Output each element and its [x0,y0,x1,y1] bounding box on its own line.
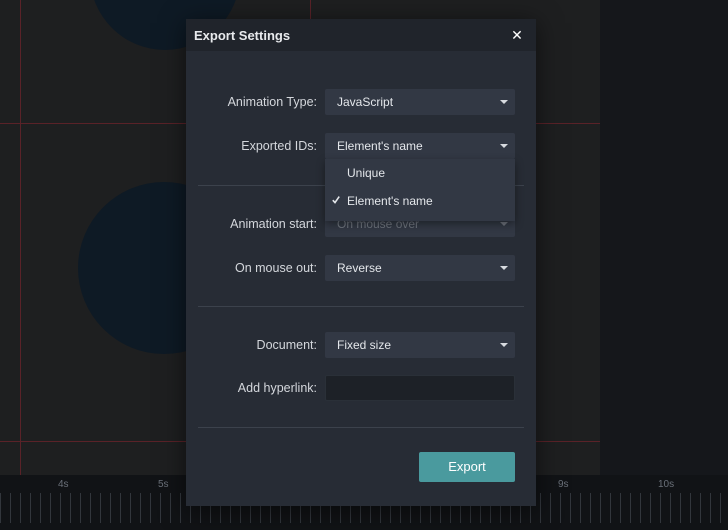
section-divider [198,427,524,428]
menu-item-elements-name[interactable]: Element's name [325,187,515,215]
exported-ids-dropdown-menu: Unique Element's name [325,159,515,221]
animation-start-label: Animation start: [230,217,317,231]
on-mouse-out-row: On mouse out: Reverse [186,255,536,281]
on-mouse-out-label: On mouse out: [235,261,317,275]
animation-type-select[interactable]: JavaScript [325,89,515,115]
section-divider [198,306,524,307]
ruler-label: 4s [58,479,69,490]
ruler-label: 10s [658,479,675,490]
chevron-down-icon [500,266,508,270]
hyperlink-input[interactable] [325,375,515,401]
dialog-title: Export Settings [194,27,291,43]
guide-line-vertical-left [20,0,21,475]
ruler-label: 9s [558,479,569,490]
document-value: Fixed size [337,338,392,352]
on-mouse-out-select[interactable]: Reverse [325,255,515,281]
document-label: Document: [256,338,317,352]
chevron-down-icon [500,100,508,104]
add-hyperlink-label: Add hyperlink: [237,381,317,395]
on-mouse-out-value: Reverse [337,261,382,275]
right-panel [600,0,728,475]
animation-type-label: Animation Type: [227,95,317,109]
menu-item-label: Unique [347,166,386,180]
chevron-down-icon [500,222,508,226]
dialog-header: Export Settings ✕ [186,19,536,51]
exported-ids-label: Exported IDs: [241,139,317,153]
menu-item-unique[interactable]: Unique [325,159,515,187]
export-settings-dialog: Export Settings ✕ Animation Type: JavaSc… [186,19,536,506]
close-icon[interactable]: ✕ [510,27,524,43]
chevron-down-icon [500,343,508,347]
chevron-down-icon [500,144,508,148]
ruler-label: 5s [158,479,169,490]
checkmark-icon [332,196,340,204]
document-select[interactable]: Fixed size [325,332,515,358]
exported-ids-select[interactable]: Element's name [325,133,515,159]
exported-ids-row: Exported IDs: Element's name [186,133,536,159]
document-row: Document: Fixed size [186,332,536,358]
exported-ids-value: Element's name [337,139,423,153]
animation-type-row: Animation Type: JavaScript [186,89,536,115]
add-hyperlink-row: Add hyperlink: [186,375,536,401]
menu-item-label: Element's name [347,194,433,208]
animation-type-value: JavaScript [337,95,394,109]
export-button[interactable]: Export [419,452,515,482]
